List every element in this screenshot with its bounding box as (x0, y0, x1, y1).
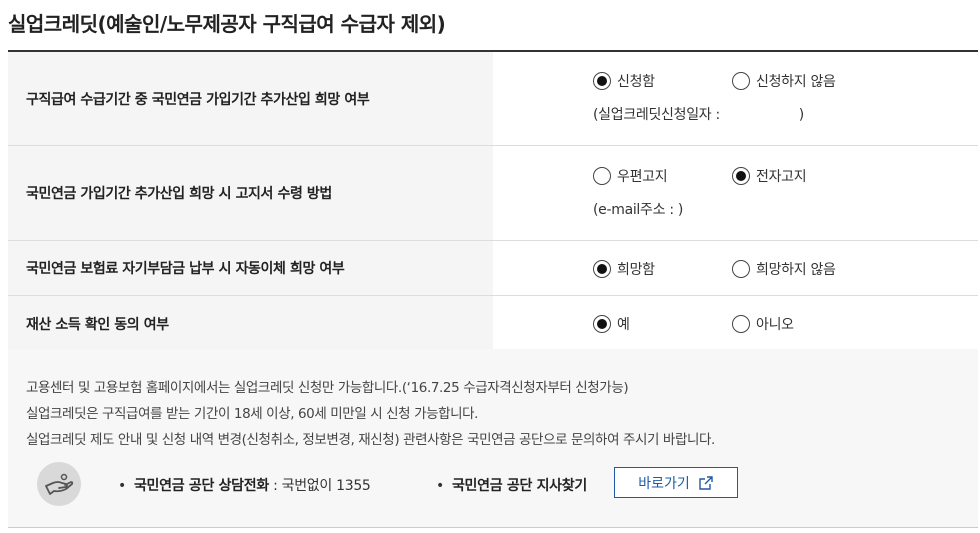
radio-not-wish[interactable]: 희망하지 않음 (732, 259, 836, 279)
row-label: 재산 소득 확인 동의 여부 (8, 296, 493, 351)
branch-label: 국민연금 공단 지사찾기 (451, 478, 587, 494)
radio-apply[interactable]: 신청함 (593, 71, 655, 91)
radio-label: 전자고지 (756, 169, 807, 185)
go-button-label: 바로가기 (638, 475, 690, 492)
phone-value: : 국번없이 1355 (268, 478, 371, 494)
go-branch-finder-button[interactable]: 바로가기 (614, 467, 738, 498)
hand-support-icon (37, 462, 81, 506)
radio-no[interactable]: 아니오 (732, 314, 794, 334)
radio-yes[interactable]: 예 (593, 314, 630, 334)
radio-circle[interactable] (732, 167, 750, 185)
radio-circle[interactable] (732, 315, 750, 333)
row-label: 구직급여 수급기간 중 국민연금 가입기간 추가산입 희망 여부 (8, 52, 493, 145)
radio-circle[interactable] (593, 315, 611, 333)
form-row-notice-method: 국민연금 가입기간 추가산입 희망 시 고지서 수령 방법 우편고지 전자고지 … (8, 146, 978, 241)
info-line: 실업크레딧은 구직급여를 받는 기간이 18세 이상, 60세 미만일 시 신청… (26, 406, 479, 422)
row-value: 우편고지 전자고지 (e-mail주소 : ) (493, 146, 978, 240)
row-value: 희망함 희망하지 않음 (493, 241, 978, 295)
row-label: 국민연금 가입기간 추가산입 희망 시 고지서 수령 방법 (8, 146, 493, 240)
info-line: 실업크레딧 제도 안내 및 신청 내역 변경(신청취소, 정보변경, 재신청) … (26, 432, 715, 448)
radio-label: 희망하지 않음 (756, 262, 836, 278)
email-text: (e-mail주소 : ) (593, 202, 684, 218)
radio-label: 우편고지 (617, 169, 668, 185)
phone-label: 국민연금 공단 상담전화 (133, 478, 269, 494)
form-row-auto-transfer: 국민연금 보험료 자기부담금 납부 시 자동이체 희망 여부 희망함 희망하지 … (8, 241, 978, 296)
external-link-icon (699, 475, 713, 490)
branch-info: • 국민연금 공단 지사찾기 (436, 475, 587, 495)
info-line: 고용센터 및 고용보험 홈페이지에서는 실업크레딧 신청만 가능합니다.(‘16… (26, 380, 629, 396)
radio-circle[interactable] (732, 72, 750, 90)
phone-info: • 국민연금 공단 상담전화 : 국번없이 1355 (118, 475, 371, 495)
radio-label: 신청하지 않음 (756, 74, 836, 90)
bullet: • (118, 478, 126, 494)
radio-label: 예 (617, 317, 630, 333)
radio-not-apply[interactable]: 신청하지 않음 (732, 71, 836, 91)
radio-electronic-notice[interactable]: 전자고지 (732, 166, 807, 186)
radio-label: 아니오 (756, 317, 794, 333)
radio-wish[interactable]: 희망함 (593, 259, 655, 279)
radio-circle[interactable] (732, 260, 750, 278)
radio-label: 신청함 (617, 74, 655, 90)
application-date-text: (실업크레딧신청일자 : ) (593, 107, 804, 123)
row-value: 신청함 신청하지 않음 (실업크레딧신청일자 : ) (493, 52, 978, 145)
radio-circle[interactable] (593, 260, 611, 278)
info-box: 고용센터 및 고용보험 홈페이지에서는 실업크레딧 신청만 가능합니다.(‘16… (8, 349, 978, 528)
bullet: • (436, 478, 444, 494)
radio-circle[interactable] (593, 167, 611, 185)
form-table: 구직급여 수급기간 중 국민연금 가입기간 추가산입 희망 여부 신청함 신청하… (8, 50, 978, 352)
page-title: 실업크레딧(예술인/노무제공자 구직급여 수급자 제외) (8, 12, 446, 36)
row-label: 국민연금 보험료 자기부담금 납부 시 자동이체 희망 여부 (8, 241, 493, 295)
radio-label: 희망함 (617, 262, 655, 278)
radio-circle[interactable] (593, 72, 611, 90)
form-row-additional-period: 구직급여 수급기간 중 국민연금 가입기간 추가산입 희망 여부 신청함 신청하… (8, 52, 978, 146)
radio-postal-notice[interactable]: 우편고지 (593, 166, 668, 186)
form-row-property-consent: 재산 소득 확인 동의 여부 예 아니오 (8, 296, 978, 352)
row-value: 예 아니오 (493, 296, 978, 351)
